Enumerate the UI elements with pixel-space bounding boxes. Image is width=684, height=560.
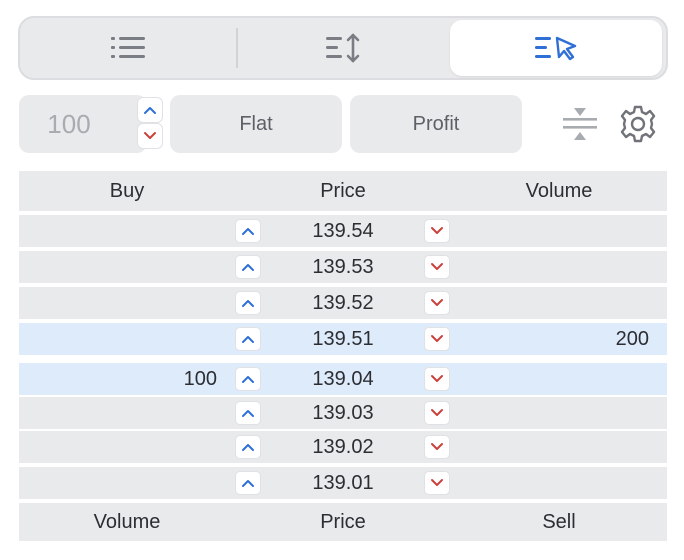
sell-volume-cell[interactable]	[451, 397, 649, 429]
sell-volume-cell[interactable]	[451, 287, 649, 319]
ask-row[interactable]: 139.51 200	[19, 321, 667, 355]
chevron-down-icon	[431, 443, 443, 450]
price-column-footer: Price	[320, 510, 366, 533]
chevron-down-icon	[431, 263, 443, 270]
price-cell: 139.51	[312, 327, 374, 350]
sell-volume-cell[interactable]	[451, 215, 649, 247]
center-price-icon	[563, 108, 597, 140]
price-cell: 139.01	[312, 471, 374, 494]
buy-volume-cell[interactable]	[19, 323, 217, 355]
price-down-button[interactable]	[424, 327, 450, 351]
sell-column-footer: Sell	[542, 510, 576, 533]
list-mode-button[interactable]	[22, 20, 234, 76]
gear-icon	[620, 105, 656, 143]
chevron-down-icon	[431, 479, 443, 486]
sell-volume-cell[interactable]	[451, 467, 649, 499]
sell-volume-cell[interactable]	[451, 431, 649, 463]
quantity-input[interactable]: 100	[19, 95, 119, 153]
quantity-increment-button[interactable]	[137, 97, 163, 123]
price-column-header: Price	[320, 179, 366, 202]
price-cell: 139.03	[312, 401, 374, 424]
chevron-down-icon	[431, 409, 443, 416]
price-down-button[interactable]	[424, 401, 450, 425]
buy-volume-cell[interactable]	[19, 431, 217, 463]
list-icon	[111, 37, 145, 58]
buy-volume-cell[interactable]: 100	[19, 363, 217, 395]
chevron-down-icon	[431, 299, 443, 306]
bid-row[interactable]: 139.03	[19, 395, 667, 429]
sell-volume-cell[interactable]	[451, 363, 649, 395]
buy-volume-cell[interactable]	[19, 397, 217, 429]
price-cell: 139.53	[312, 255, 374, 278]
sort-mode-button[interactable]	[238, 20, 450, 76]
chevron-down-icon	[431, 227, 443, 234]
buy-volume-cell[interactable]	[19, 287, 217, 319]
price-down-button[interactable]	[424, 367, 450, 391]
volume-column-footer: Volume	[93, 510, 161, 533]
quantity-stepper: 100	[19, 95, 163, 153]
price-down-button[interactable]	[424, 255, 450, 279]
chevron-down-icon	[431, 375, 443, 382]
buy-volume-cell[interactable]	[19, 215, 217, 247]
bid-row[interactable]: 139.02	[19, 429, 667, 463]
quantity-decrement-button[interactable]	[137, 123, 163, 149]
click-trade-mode-button[interactable]	[450, 20, 662, 76]
price-cell: 139.04	[312, 367, 374, 390]
order-book-header: Buy Price Volume	[19, 171, 667, 211]
buy-volume-cell[interactable]	[19, 467, 217, 499]
list-cursor-icon	[535, 36, 577, 61]
volume-column-header: Volume	[525, 179, 593, 202]
price-down-button[interactable]	[424, 471, 450, 495]
flat-button[interactable]: Flat	[170, 95, 342, 153]
buy-column-header: Buy	[109, 179, 145, 202]
settings-button[interactable]	[618, 104, 658, 144]
price-down-button[interactable]	[424, 291, 450, 315]
price-down-button[interactable]	[424, 435, 450, 459]
chevron-down-icon	[144, 132, 156, 139]
ask-row[interactable]: 139.53	[19, 249, 667, 283]
bid-row[interactable]: 139.01	[19, 465, 667, 499]
ask-row[interactable]: 139.54	[19, 213, 667, 247]
price-cell: 139.02	[312, 435, 374, 458]
price-cell: 139.54	[312, 219, 374, 242]
sell-volume-cell[interactable]	[451, 251, 649, 283]
buy-volume-cell[interactable]	[19, 251, 217, 283]
ask-row[interactable]: 139.52	[19, 285, 667, 319]
chevron-down-icon	[431, 335, 443, 342]
price-cell: 139.52	[312, 291, 374, 314]
sell-volume-cell[interactable]: 200	[451, 323, 649, 355]
profit-button[interactable]: Profit	[350, 95, 522, 153]
mode-selector	[18, 16, 668, 80]
bid-row[interactable]: 100 139.04	[19, 361, 667, 395]
sort-arrows-icon	[326, 33, 360, 63]
price-down-button[interactable]	[424, 219, 450, 243]
order-book-footer: Volume Price Sell	[19, 503, 667, 541]
center-price-button[interactable]	[562, 104, 598, 144]
chevron-up-icon	[144, 107, 156, 114]
